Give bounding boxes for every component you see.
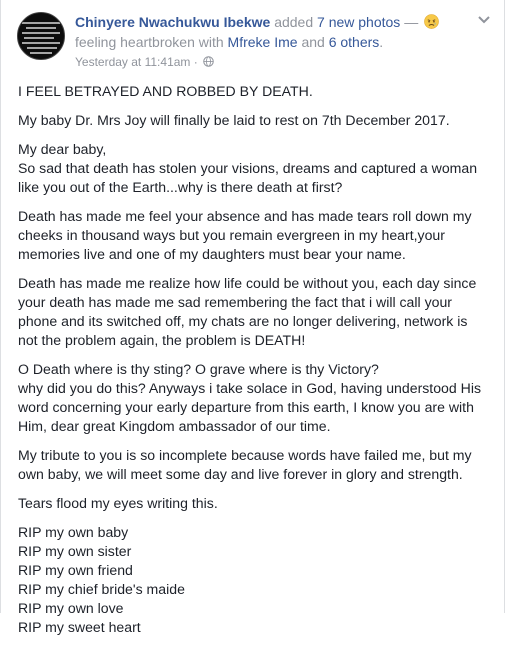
- text-line: memories live and one of my daughters mu…: [18, 246, 406, 262]
- author-name-link[interactable]: Chinyere Nwachukwu Ibekwe: [75, 14, 270, 30]
- text-line: Death has made me feel your absence and …: [18, 208, 472, 224]
- feeling-text: feeling heartbroken with: [75, 34, 224, 50]
- text-line: phone and its switched off, my chats are…: [18, 313, 468, 329]
- timestamp-link[interactable]: Yesterday at 11:41am: [75, 55, 190, 69]
- photos-link[interactable]: 7 new photos: [317, 14, 400, 30]
- rip-item: RIP my own sister: [18, 543, 132, 559]
- tears-line: Tears flood my eyes writing this.: [18, 495, 218, 511]
- heartbroken-emoji-icon: [424, 14, 439, 29]
- paragraph: O Death where is thy sting? O grave wher…: [18, 360, 488, 436]
- rip-list: RIP my own baby RIP my own sister RIP my…: [18, 523, 488, 637]
- others-link[interactable]: 6 others: [329, 34, 380, 50]
- globe-icon[interactable]: [203, 56, 214, 67]
- text-line: My tribute to you is so incomplete becau…: [18, 447, 472, 463]
- text-line: Death has made me realize how life could…: [18, 275, 477, 291]
- post-card: Chinyere Nwachukwu Ibekwe added 7 new ph…: [0, 0, 505, 635]
- period: .: [379, 34, 384, 50]
- post-meta: Yesterday at 11:41am ·: [75, 54, 214, 70]
- announcement: My baby Dr. Mrs Joy will finally be laid…: [18, 112, 450, 128]
- text-line: cheeks in thousand ways but you remain e…: [18, 227, 445, 243]
- text-line: Him, dear great Kingdom ambassador of ou…: [18, 418, 331, 434]
- paragraph: My tribute to you is so incomplete becau…: [18, 446, 488, 484]
- text-line: My dear baby,: [18, 141, 107, 157]
- text-line: not the problem again, the problem is DE…: [18, 332, 306, 348]
- post-headline: Chinyere Nwachukwu Ibekwe added 7 new ph…: [75, 12, 471, 52]
- text-line: why did you do this? Anyways i take sola…: [18, 380, 482, 396]
- rip-item: RIP my chief bride's maide: [18, 581, 185, 597]
- tagged-friend-link[interactable]: Mfreke Ime: [228, 34, 298, 50]
- text-line: your death has made me sad remembering t…: [18, 294, 452, 310]
- post-body: I FEEL BETRAYED AND ROBBED BY DEATH. My …: [18, 82, 488, 647]
- text-line: So sad that death has stolen your vision…: [18, 160, 478, 176]
- and-text: and: [301, 34, 325, 50]
- rip-item: RIP my own friend: [18, 562, 133, 578]
- text-line: like you out of the Earth...why is there…: [18, 179, 343, 195]
- text-line: own baby, we will meet some day and live…: [18, 466, 463, 482]
- profile-avatar[interactable]: [17, 12, 65, 60]
- text-line: O Death where is thy sting? O grave wher…: [18, 361, 379, 377]
- paragraph: Death has made me feel your absence and …: [18, 207, 488, 264]
- rip-item: RIP my sweet heart: [18, 619, 141, 635]
- post-header: Chinyere Nwachukwu Ibekwe added 7 new ph…: [13, 8, 493, 72]
- rip-item: RIP my own baby: [18, 524, 129, 540]
- post-action: added: [274, 14, 314, 30]
- paragraph: My dear baby, So sad that death has stol…: [18, 140, 488, 197]
- paragraph: Death has made me realize how life could…: [18, 274, 488, 350]
- post-title: I FEEL BETRAYED AND ROBBED BY DEATH.: [18, 83, 313, 99]
- meta-separator: ·: [193, 55, 198, 69]
- text-line: word concerning your early departure fro…: [18, 399, 474, 415]
- dash: —: [404, 14, 419, 30]
- rip-item: RIP my own love: [18, 600, 124, 616]
- chevron-down-icon[interactable]: [475, 10, 493, 28]
